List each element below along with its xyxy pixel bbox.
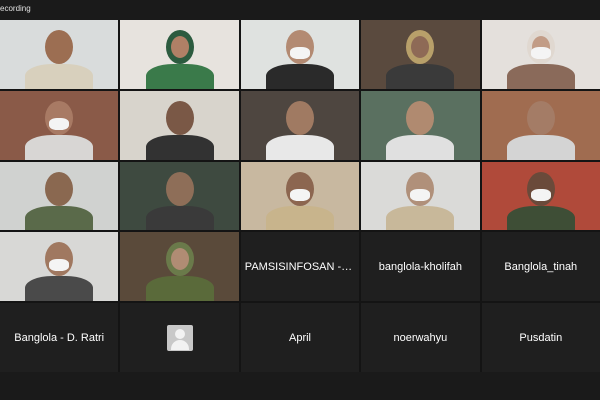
participant-video bbox=[361, 20, 480, 89]
participant-video bbox=[120, 20, 239, 89]
participant-tile[interactable] bbox=[481, 90, 600, 160]
participant-tile[interactable] bbox=[481, 20, 600, 89]
face-mask bbox=[49, 117, 70, 130]
participant-video bbox=[361, 161, 480, 231]
participant-name: Banglola_tinah bbox=[504, 260, 578, 273]
participant-video bbox=[481, 20, 600, 89]
face-mask bbox=[49, 259, 70, 272]
participant-video bbox=[361, 90, 480, 160]
participant-video bbox=[0, 232, 119, 302]
face-mask bbox=[289, 188, 310, 201]
participant-tile[interactable]: Banglola_tinah bbox=[481, 232, 600, 302]
participant-name: noerwahyu bbox=[393, 331, 448, 344]
participant-tile[interactable] bbox=[240, 20, 360, 89]
participant-tile[interactable]: noerwahyu bbox=[361, 303, 480, 372]
face-mask bbox=[530, 47, 551, 59]
participant-video bbox=[240, 161, 360, 231]
participant-tile[interactable] bbox=[481, 161, 600, 231]
participant-tile[interactable] bbox=[120, 303, 239, 372]
participant-tile[interactable]: Banglola - D. Ratri bbox=[0, 303, 119, 372]
participant-video bbox=[120, 161, 239, 231]
participant-tile[interactable] bbox=[120, 20, 239, 89]
bottom-bar bbox=[0, 372, 600, 400]
participant-name: banglola-kholifah bbox=[378, 260, 462, 273]
participant-tile[interactable] bbox=[120, 232, 239, 302]
participant-video bbox=[120, 90, 239, 160]
participant-tile[interactable] bbox=[120, 90, 239, 160]
participant-name: Banglola - D. Ratri bbox=[14, 331, 105, 344]
default-avatar-icon bbox=[166, 324, 193, 351]
participant-tile[interactable] bbox=[240, 161, 360, 231]
participant-tile[interactable]: Pusdatin bbox=[481, 303, 600, 372]
participant-video bbox=[0, 161, 119, 231]
participant-tile[interactable] bbox=[0, 20, 119, 89]
participant-gallery: PAMSISINFOSAN - KASA L... banglola-kholif… bbox=[0, 20, 600, 372]
participant-tile[interactable]: April bbox=[240, 303, 360, 372]
participant-tile[interactable] bbox=[0, 90, 119, 160]
participant-video bbox=[0, 90, 119, 160]
participant-video bbox=[481, 161, 600, 231]
face-mask bbox=[410, 188, 431, 201]
participant-tile[interactable]: PAMSISINFOSAN - KASA L... bbox=[240, 232, 360, 302]
face-mask bbox=[289, 47, 310, 59]
participant-video bbox=[240, 20, 360, 89]
participant-tile[interactable] bbox=[361, 90, 480, 160]
participant-tile[interactable] bbox=[361, 20, 480, 89]
participant-name: PAMSISINFOSAN - KASA L... bbox=[244, 260, 359, 273]
face-mask bbox=[530, 188, 551, 201]
recording-label: ecording bbox=[0, 4, 31, 13]
participant-tile[interactable] bbox=[0, 161, 119, 231]
participant-name: Pusdatin bbox=[519, 331, 563, 344]
participant-video bbox=[481, 90, 600, 160]
participant-video bbox=[240, 90, 360, 160]
participant-video bbox=[120, 232, 239, 302]
participant-name: April bbox=[288, 331, 311, 344]
participant-tile[interactable] bbox=[361, 161, 480, 231]
participant-video bbox=[0, 20, 119, 89]
participant-tile[interactable] bbox=[0, 232, 119, 302]
participant-tile[interactable]: banglola-kholifah bbox=[361, 232, 480, 302]
participant-tile[interactable] bbox=[120, 161, 239, 231]
top-bar: ecording bbox=[0, 0, 600, 20]
participant-tile[interactable] bbox=[240, 90, 360, 160]
